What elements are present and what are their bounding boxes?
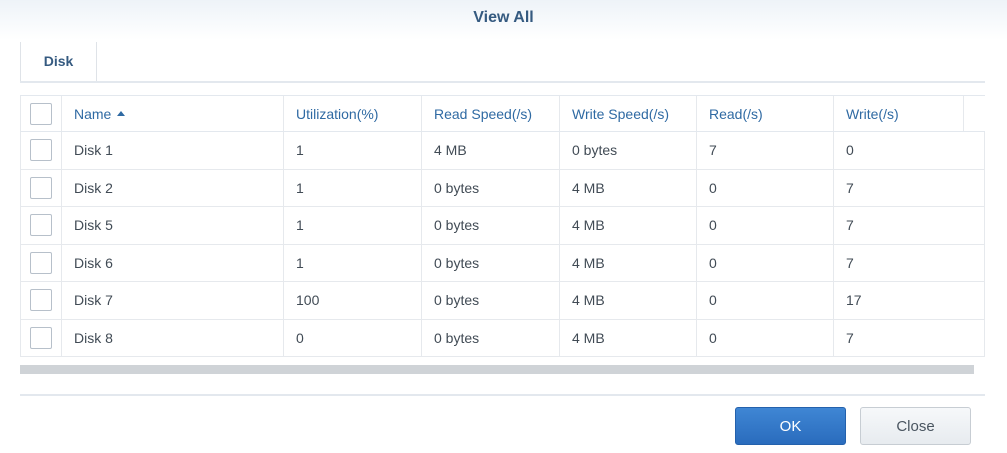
cell-write-speed: 0 bytes xyxy=(559,132,696,169)
cell-name: Disk 7 xyxy=(61,282,283,319)
cell-write-speed: 4 MB xyxy=(559,319,696,356)
select-all-checkbox[interactable] xyxy=(30,102,52,125)
cell-utilization: 100 xyxy=(283,282,421,319)
cell-name: Disk 1 xyxy=(61,132,283,169)
tab-strip: Disk xyxy=(20,40,985,84)
cell-utilization: 0 xyxy=(283,319,421,356)
cell-read: 0 xyxy=(696,282,833,319)
cell-read-speed: 4 MB xyxy=(421,132,559,169)
cell-write: 17 xyxy=(833,282,985,319)
cell-read-speed: 0 bytes xyxy=(421,319,559,356)
row-checkbox[interactable] xyxy=(30,326,52,349)
cell-read-speed: 0 bytes xyxy=(421,207,559,244)
cell-write-speed: 4 MB xyxy=(559,282,696,319)
column-header-filler xyxy=(963,96,985,131)
disk-table: Name Utilization(%) Read Speed(/s) Write… xyxy=(20,95,985,357)
column-header-read[interactable]: Read(/s) xyxy=(696,96,833,131)
table-row[interactable]: Disk 6 1 0 bytes 4 MB 0 7 xyxy=(20,244,985,282)
cell-read: 0 xyxy=(696,169,833,206)
column-header-name-label: Name xyxy=(74,105,112,122)
cell-write-speed: 4 MB xyxy=(559,244,696,281)
cell-read: 0 xyxy=(696,207,833,244)
column-header-write-speed-label: Write Speed(/s) xyxy=(572,105,669,122)
row-checkbox-cell xyxy=(20,207,61,244)
tab-disk[interactable]: Disk xyxy=(20,42,97,82)
tab-disk-label: Disk xyxy=(43,53,74,69)
cell-read-speed: 0 bytes xyxy=(421,282,559,319)
row-checkbox-cell xyxy=(20,282,61,319)
column-header-write-label: Write(/s) xyxy=(846,105,899,122)
tab-divider xyxy=(20,81,985,83)
sort-ascending-icon xyxy=(117,111,126,116)
column-header-write-speed[interactable]: Write Speed(/s) xyxy=(559,96,696,131)
cell-write-speed: 4 MB xyxy=(559,169,696,206)
horizontal-scrollbar[interactable] xyxy=(20,365,974,374)
cell-read: 0 xyxy=(696,319,833,356)
cell-utilization: 1 xyxy=(283,169,421,206)
cell-utilization: 1 xyxy=(283,207,421,244)
table-header: Name Utilization(%) Read Speed(/s) Write… xyxy=(20,95,985,132)
cell-write: 7 xyxy=(833,169,985,206)
cell-name: Disk 2 xyxy=(61,169,283,206)
cell-name: Disk 5 xyxy=(61,207,283,244)
row-checkbox-cell xyxy=(20,132,61,169)
cell-utilization: 1 xyxy=(283,132,421,169)
table-row[interactable]: Disk 5 1 0 bytes 4 MB 0 7 xyxy=(20,207,985,245)
cell-name: Disk 6 xyxy=(61,244,283,281)
column-header-utilization-label: Utilization(%) xyxy=(296,105,379,122)
table-row[interactable]: Disk 7 100 0 bytes 4 MB 0 17 xyxy=(20,282,985,320)
column-header-write[interactable]: Write(/s) xyxy=(833,96,963,131)
cell-name: Disk 8 xyxy=(61,319,283,356)
column-header-read-speed-label: Read Speed(/s) xyxy=(434,105,533,122)
table-row[interactable]: Disk 1 1 4 MB 0 bytes 7 0 xyxy=(20,132,985,170)
cell-read-speed: 0 bytes xyxy=(421,244,559,281)
view-all-dialog: View All Disk Name Utilization(%) Read S… xyxy=(0,0,1007,453)
cell-write: 7 xyxy=(833,319,985,356)
row-checkbox-cell xyxy=(20,169,61,206)
ok-button[interactable]: OK xyxy=(735,407,846,445)
cell-read: 7 xyxy=(696,132,833,169)
row-checkbox[interactable] xyxy=(30,139,52,162)
cell-write: 7 xyxy=(833,244,985,281)
cell-read: 0 xyxy=(696,244,833,281)
cell-write: 7 xyxy=(833,207,985,244)
table-row[interactable]: Disk 2 1 0 bytes 4 MB 0 7 xyxy=(20,169,985,207)
cell-write-speed: 4 MB xyxy=(559,207,696,244)
close-button[interactable]: Close xyxy=(860,407,971,445)
cell-utilization: 1 xyxy=(283,244,421,281)
header-checkbox-cell xyxy=(20,96,61,131)
cell-write: 0 xyxy=(833,132,985,169)
column-header-read-speed[interactable]: Read Speed(/s) xyxy=(421,96,559,131)
row-checkbox-cell xyxy=(20,244,61,281)
row-checkbox[interactable] xyxy=(30,289,52,312)
row-checkbox[interactable] xyxy=(30,176,52,199)
row-checkbox[interactable] xyxy=(30,251,52,274)
dialog-title: View All xyxy=(473,9,534,26)
cell-read-speed: 0 bytes xyxy=(421,169,559,206)
table-row[interactable]: Disk 8 0 0 bytes 4 MB 0 7 xyxy=(20,319,985,357)
column-header-utilization[interactable]: Utilization(%) xyxy=(283,96,421,131)
row-checkbox-cell xyxy=(20,319,61,356)
row-checkbox[interactable] xyxy=(30,214,52,237)
column-header-read-label: Read(/s) xyxy=(709,105,763,122)
footer-divider xyxy=(20,394,985,396)
column-header-name[interactable]: Name xyxy=(61,96,283,131)
dialog-title-bar[interactable]: View All xyxy=(0,0,1007,40)
